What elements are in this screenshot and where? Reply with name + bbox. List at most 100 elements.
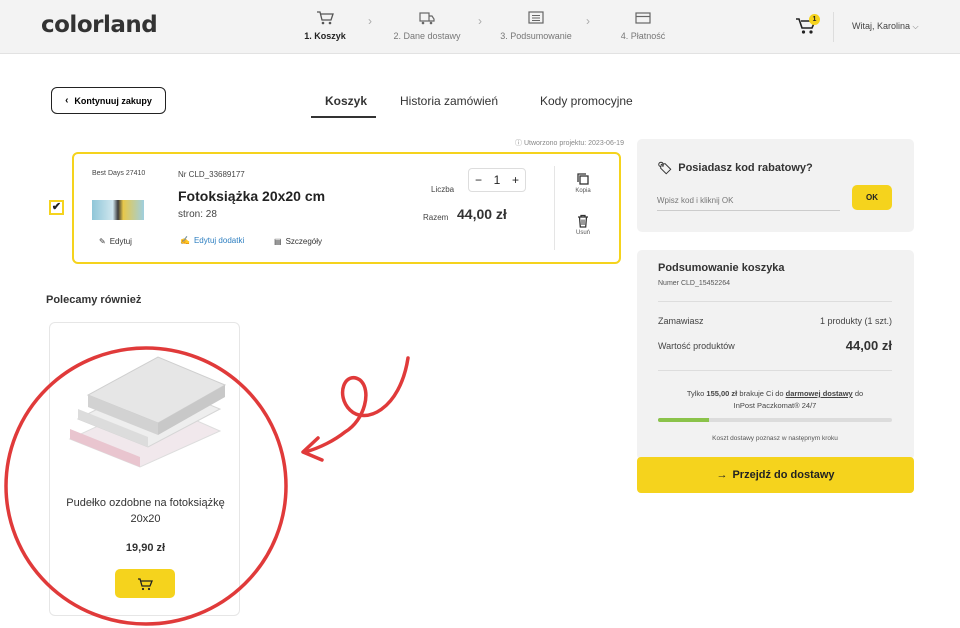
header-divider bbox=[833, 12, 834, 42]
trash-icon bbox=[578, 214, 588, 228]
checkout-steps: 1. Koszyk › 2. Dane dostawy › 3. Podsumo… bbox=[280, 0, 700, 54]
add-to-cart-button[interactable] bbox=[115, 569, 175, 598]
step-label: 3. Podsumowanie bbox=[500, 31, 572, 41]
free-shipping-progress bbox=[658, 418, 892, 422]
info-icon: ⓘ bbox=[515, 140, 522, 147]
brush-icon: ✍ bbox=[180, 236, 190, 245]
total-label: Razem bbox=[423, 213, 449, 222]
recommended-product-name: Pudełko ozdobne na fotoksiążkę 20x20 bbox=[66, 497, 225, 525]
step-label: 2. Dane dostawy bbox=[393, 31, 461, 41]
item-number: Nr CLD_33689177 bbox=[178, 170, 245, 179]
ordered-label: Zamawiasz bbox=[658, 316, 704, 326]
step-summary[interactable]: 3. Podsumowanie bbox=[491, 10, 581, 41]
item-select-checkbox[interactable]: ✔ bbox=[49, 200, 64, 215]
user-menu[interactable]: Witaj, Karolina ⌵ bbox=[852, 21, 919, 32]
copy-button[interactable]: Kopia bbox=[571, 172, 595, 194]
ship-text: InPost Paczkomat® 24/7 bbox=[733, 401, 817, 410]
tag-icon: 🏷 bbox=[657, 161, 673, 175]
copy-icon bbox=[577, 173, 589, 185]
annotation-arrow bbox=[303, 356, 410, 454]
step-label: 4. Płatność bbox=[620, 31, 666, 41]
minus-button[interactable]: − bbox=[475, 173, 482, 187]
quantity-stepper: − 1 + bbox=[468, 168, 526, 192]
promo-tag: Best Days 27410 bbox=[92, 170, 146, 177]
ship-text: Tylko bbox=[686, 389, 707, 398]
delete-button[interactable]: Usuń bbox=[571, 214, 595, 236]
chevron-left-icon: ‹ bbox=[65, 95, 69, 106]
ship-text: do bbox=[852, 389, 864, 398]
active-tab-underline bbox=[311, 116, 376, 118]
step-label: 1. Koszyk bbox=[304, 31, 346, 41]
tab-order-history[interactable]: Historia zamówień bbox=[400, 94, 498, 108]
gift-box-image[interactable] bbox=[60, 339, 230, 469]
free-shipping-info: Tylko 155,00 zł brakuje Ci do darmowej d… bbox=[658, 388, 892, 412]
check-icon: ✔ bbox=[51, 201, 62, 213]
summary-number: Numer CLD_15452264 bbox=[658, 280, 730, 287]
created-label: Utworzono projektu: 2023-06-19 bbox=[523, 140, 624, 147]
promo-code-input[interactable] bbox=[657, 191, 840, 211]
product-thumbnail[interactable] bbox=[92, 200, 144, 220]
promo-title-text: Posiadasz kod rabatowy? bbox=[678, 162, 813, 174]
proceed-to-delivery-button[interactable]: → Przejdź do dostawy bbox=[637, 457, 914, 493]
tab-promo-codes[interactable]: Kody promocyjne bbox=[540, 94, 633, 108]
colorland-logo[interactable]: colorland bbox=[41, 12, 158, 38]
cart-count-badge: 1 bbox=[809, 14, 820, 25]
project-created-date: ⓘ Utworzono projektu: 2023-06-19 bbox=[515, 138, 624, 148]
cart-item-card: Best Days 27410 ✎ Edytuj Nr CLD_33689177… bbox=[72, 152, 621, 264]
document-icon: ▤ bbox=[274, 237, 282, 246]
arrow-right-icon: → bbox=[716, 469, 728, 481]
card-icon bbox=[635, 12, 651, 24]
step-delivery[interactable]: 2. Dane dostawy bbox=[382, 10, 472, 41]
truck-icon bbox=[419, 12, 435, 25]
ship-amount: 155,00 zł bbox=[706, 389, 738, 398]
divider bbox=[658, 301, 892, 302]
step-payment[interactable]: 4. Płatność bbox=[598, 10, 688, 41]
recommended-product-card[interactable]: Pudełko ozdobne na fotoksiążkę 20x20 19,… bbox=[49, 322, 240, 616]
recommended-product-price: 19,90 zł bbox=[125, 542, 166, 554]
recommended-title: Polecamy również bbox=[46, 294, 142, 306]
continue-shopping-label: Kontynuuj zakupy bbox=[74, 95, 152, 106]
tab-cart[interactable]: Koszyk bbox=[325, 94, 367, 108]
continue-shopping-button[interactable]: ‹ Kontynuuj zakupy bbox=[51, 87, 166, 114]
cart-icon bbox=[317, 11, 334, 25]
edit-label: Edytuj bbox=[109, 237, 132, 246]
ship-text: brakuje Ci do bbox=[737, 389, 786, 398]
chevron-right-icon: › bbox=[586, 14, 590, 28]
copy-label: Kopia bbox=[575, 188, 591, 194]
ordered-value: 1 produkty (1 szt.) bbox=[819, 316, 892, 326]
chevron-right-icon: › bbox=[478, 14, 482, 28]
cart-icon bbox=[138, 577, 153, 590]
user-greeting: Witaj, Karolina bbox=[852, 21, 911, 31]
top-header: colorland 1. Koszyk › 2. Dane dostawy › … bbox=[0, 0, 960, 54]
promo-title: 🏷 Posiadasz kod rabatowy? bbox=[657, 161, 813, 175]
chevron-right-icon: › bbox=[368, 14, 372, 28]
edit-extras-link[interactable]: ✍ Edytuj dodatki bbox=[180, 236, 244, 245]
summary-title: Podsumowanie koszyka bbox=[658, 262, 785, 274]
plus-button[interactable]: + bbox=[512, 173, 519, 187]
details-link[interactable]: ▤ Szczegóły bbox=[274, 237, 322, 246]
delete-label: Usuń bbox=[575, 230, 590, 236]
item-price: 44,00 zł bbox=[457, 206, 507, 222]
proceed-label: Przejdź do dostawy bbox=[732, 469, 835, 481]
products-value-label: Wartość produktów bbox=[658, 341, 735, 351]
products-value: 44,00 zł bbox=[845, 338, 892, 353]
details-label: Szczegóły bbox=[285, 237, 323, 246]
free-shipping-link[interactable]: darmowej dostawy bbox=[786, 389, 853, 398]
cart-summary-panel: Podsumowanie koszyka Numer CLD_15452264 … bbox=[637, 250, 914, 460]
card-divider bbox=[554, 166, 555, 250]
divider bbox=[658, 370, 892, 371]
promo-ok-button[interactable]: OK bbox=[852, 185, 892, 210]
quantity-value[interactable]: 1 bbox=[494, 173, 501, 187]
arrowhead-icon bbox=[301, 436, 324, 462]
progress-fill bbox=[658, 418, 710, 422]
product-name: Fotoksiążka 20x20 cm bbox=[178, 188, 326, 204]
chevron-down-icon: ⌵ bbox=[912, 22, 919, 31]
quantity-label: Liczba bbox=[431, 185, 455, 194]
edit-project-link[interactable]: ✎ Edytuj bbox=[99, 237, 132, 246]
page-count: stron: 28 bbox=[178, 209, 217, 220]
promo-code-panel: 🏷 Posiadasz kod rabatowy? OK bbox=[637, 139, 914, 232]
list-icon bbox=[528, 11, 544, 24]
edit-extras-label: Edytuj dodatki bbox=[193, 236, 245, 245]
step-cart[interactable]: 1. Koszyk bbox=[280, 10, 370, 41]
shipping-note: Koszt dostawy poznasz w następnym kroku bbox=[712, 435, 838, 442]
